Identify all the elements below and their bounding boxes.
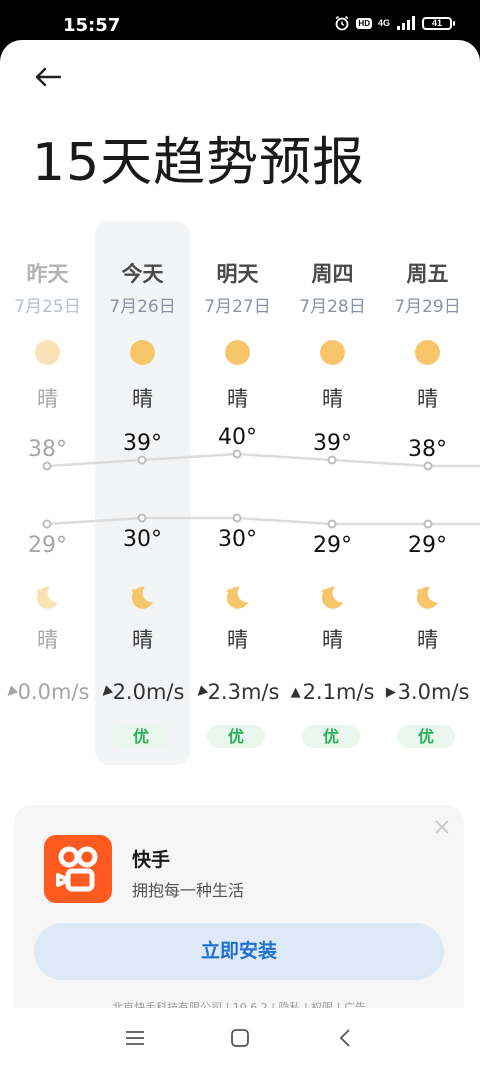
status-time: 15:57 bbox=[63, 15, 121, 36]
home-icon[interactable] bbox=[228, 1026, 252, 1050]
night-condition: 晴 bbox=[227, 628, 248, 652]
status-icons: HD 4G 41 bbox=[334, 15, 455, 31]
low-point bbox=[42, 519, 52, 529]
wind-value: 0.0m/s bbox=[17, 680, 90, 704]
aqi-badge: 优 bbox=[302, 725, 360, 748]
back-nav-icon[interactable] bbox=[334, 1026, 358, 1050]
network-type: 4G bbox=[377, 17, 390, 28]
day-name: 今天 bbox=[121, 262, 164, 286]
low-point bbox=[423, 519, 433, 529]
camera-logo-icon bbox=[56, 846, 98, 892]
high-temp: 39° bbox=[313, 431, 352, 456]
sun-icon bbox=[415, 340, 440, 365]
signal-icon bbox=[397, 16, 415, 30]
day-date: 7月26日 bbox=[109, 297, 176, 317]
battery-icon: 41 bbox=[422, 16, 455, 30]
day-name: 昨天 bbox=[26, 262, 69, 286]
ad-card[interactable]: 快手 拥抱每一种生活 立即安装 北京快手科技有限公司 | 10.6.2 | 隐私… bbox=[14, 805, 464, 1035]
night-condition: 晴 bbox=[132, 628, 153, 652]
high-point bbox=[327, 455, 337, 465]
wind-direction-icon: ▲ bbox=[290, 684, 301, 700]
low-point bbox=[232, 513, 242, 523]
day-name: 明天 bbox=[216, 262, 259, 286]
kuaishou-app-icon[interactable] bbox=[44, 835, 112, 903]
aqi-badge: 优 bbox=[207, 725, 265, 748]
moon-icon bbox=[416, 586, 438, 609]
low-temp: 29° bbox=[408, 533, 447, 558]
moon-icon bbox=[131, 586, 153, 609]
menu-icon[interactable] bbox=[123, 1026, 147, 1050]
day-date: 7月28日 bbox=[299, 297, 366, 317]
wind-value: 3.0m/s bbox=[397, 680, 470, 704]
high-temp: 38° bbox=[28, 437, 67, 462]
back-button[interactable] bbox=[28, 60, 68, 94]
wind-value: 2.3m/s bbox=[207, 680, 280, 704]
night-condition: 晴 bbox=[417, 628, 438, 652]
day-name: 周五 bbox=[406, 262, 449, 286]
moon-icon bbox=[36, 586, 58, 609]
day-condition: 晴 bbox=[227, 387, 248, 411]
alarm-icon bbox=[335, 15, 349, 31]
aqi-badge: 优 bbox=[112, 725, 170, 748]
high-temp: 40° bbox=[218, 425, 257, 450]
low-temp: 29° bbox=[313, 533, 352, 558]
low-point bbox=[327, 519, 337, 529]
low-temp: 30° bbox=[123, 527, 162, 552]
night-condition: 晴 bbox=[37, 628, 58, 652]
back-arrow-icon bbox=[35, 67, 62, 87]
sun-icon bbox=[35, 340, 60, 365]
app-name: 快手 bbox=[132, 849, 171, 871]
moon-icon bbox=[321, 586, 343, 609]
high-point bbox=[423, 461, 433, 471]
sun-icon bbox=[320, 340, 345, 365]
day-condition: 晴 bbox=[132, 387, 153, 411]
high-point bbox=[232, 449, 242, 459]
day-date: 7月25日 bbox=[14, 297, 81, 317]
page-title: 15天趋势预报 bbox=[32, 133, 366, 193]
app-slogan: 拥抱每一种生活 bbox=[132, 881, 245, 900]
high-temp: 39° bbox=[123, 431, 162, 456]
sun-icon bbox=[225, 340, 250, 365]
wind-value: 2.0m/s bbox=[112, 680, 185, 704]
day-condition: 晴 bbox=[322, 387, 343, 411]
night-condition: 晴 bbox=[322, 628, 343, 652]
day-condition: 晴 bbox=[37, 387, 58, 411]
sun-icon bbox=[130, 340, 155, 365]
install-button[interactable]: 立即安装 bbox=[34, 923, 444, 980]
moon-icon bbox=[226, 586, 248, 609]
high-point bbox=[42, 461, 52, 471]
forecast-screen: 15天趋势预报 昨天 7月25日 晴 38° 29° 晴 ▲ 0.0m/s 今天 bbox=[0, 40, 480, 1067]
day-name: 周四 bbox=[311, 262, 354, 286]
wind-direction-icon: ▲ bbox=[383, 687, 399, 697]
aqi-badge: 优 bbox=[397, 725, 455, 748]
day-date: 7月27日 bbox=[204, 297, 271, 317]
low-temp: 30° bbox=[218, 527, 257, 552]
wind-value: 2.1m/s bbox=[302, 680, 375, 704]
status-bar: 15:57 HD 4G 41 bbox=[0, 0, 480, 42]
system-nav-bar bbox=[0, 1008, 480, 1067]
high-temp: 38° bbox=[408, 437, 447, 462]
wind-speed: ▲ 3.0m/s bbox=[368, 680, 480, 704]
close-icon[interactable] bbox=[434, 819, 450, 835]
day-date: 7月29日 bbox=[394, 297, 461, 317]
day-condition: 晴 bbox=[417, 387, 438, 411]
hd-icon: HD bbox=[356, 17, 372, 29]
low-temp: 29° bbox=[28, 533, 67, 558]
